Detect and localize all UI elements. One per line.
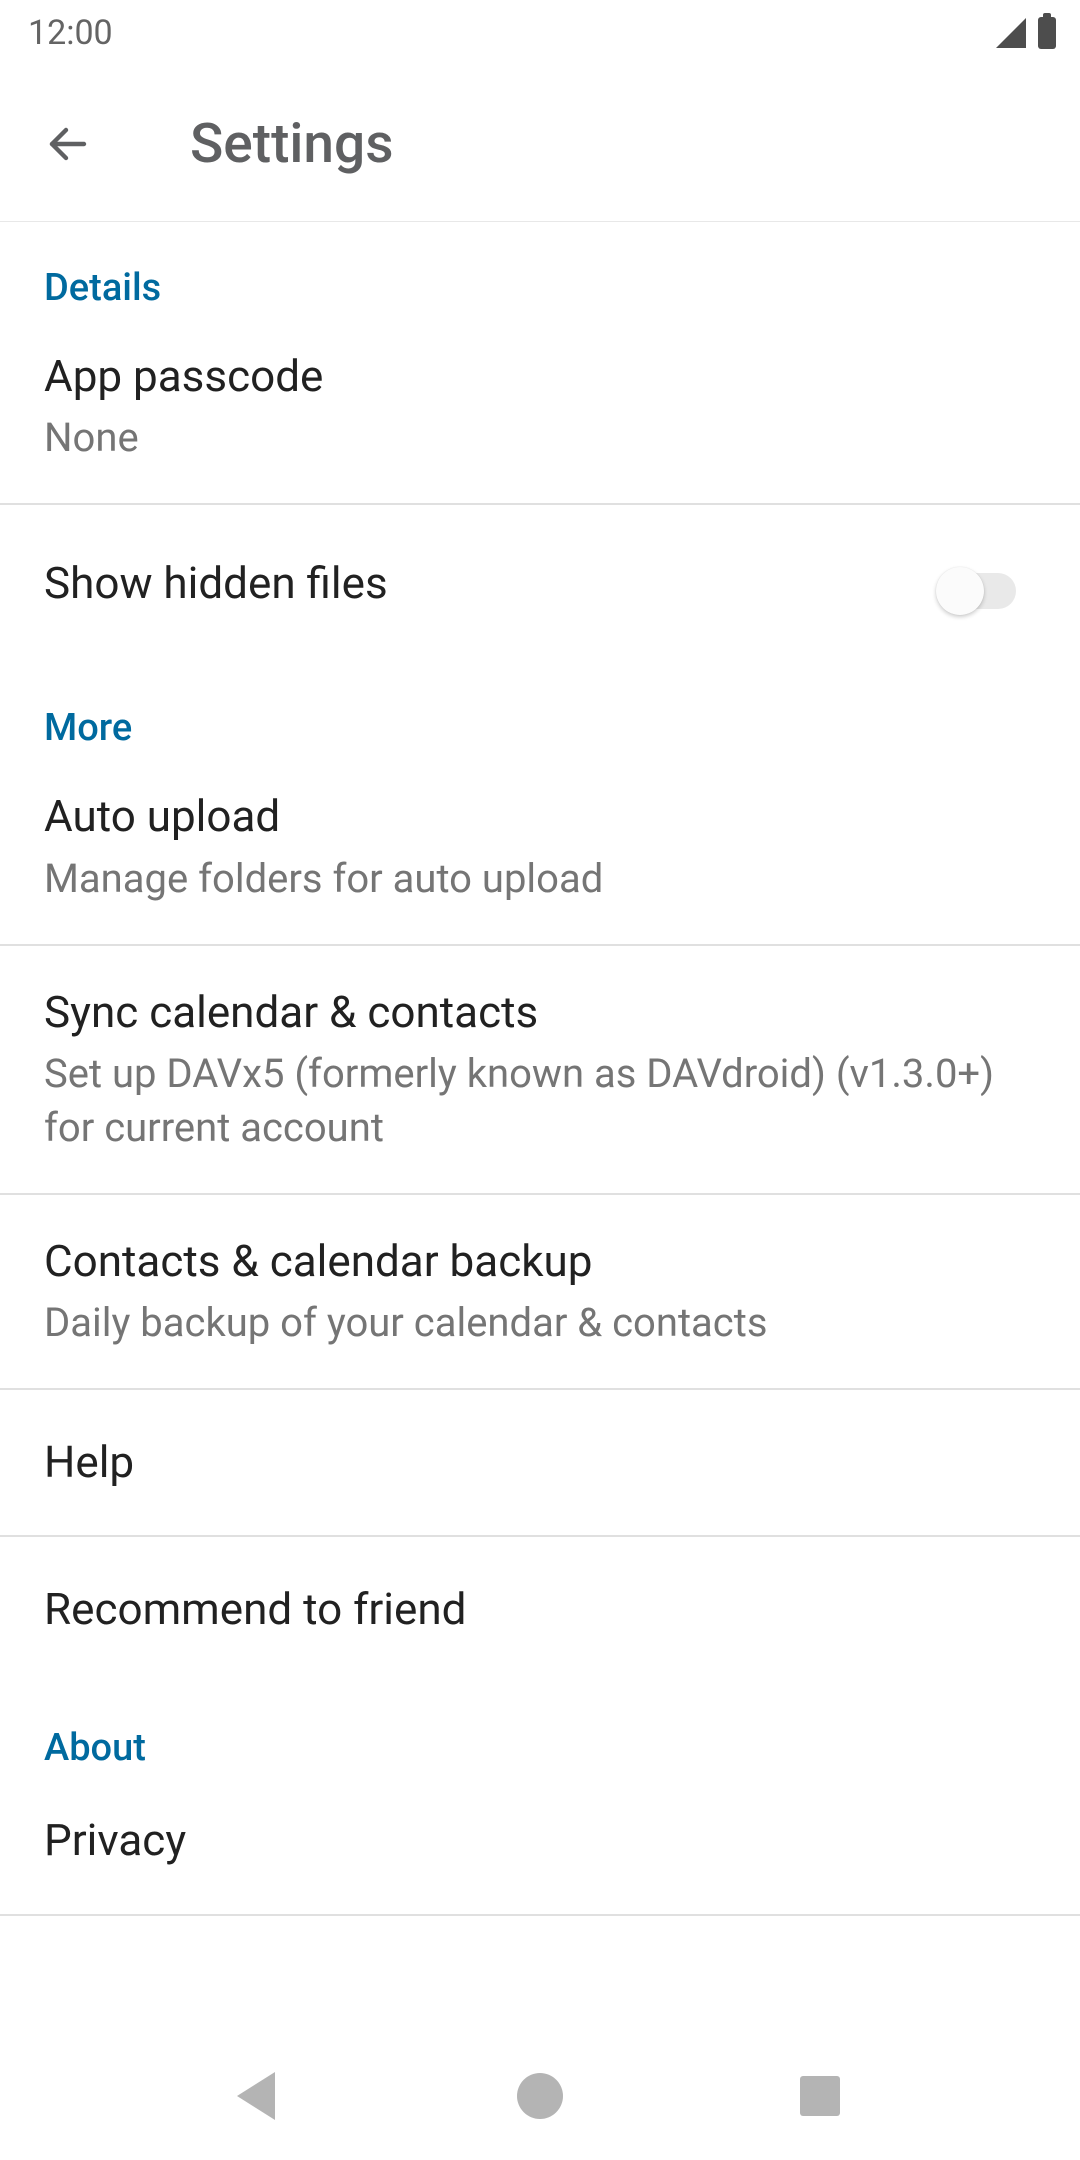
status-time: 12:00: [28, 13, 113, 53]
switch-thumb: [936, 567, 984, 615]
status-bar: 12:00: [0, 0, 1080, 66]
setting-app-passcode[interactable]: App passcode None: [0, 310, 1080, 503]
setting-title: Show hidden files: [44, 555, 912, 612]
setting-auto-upload[interactable]: Auto upload Manage folders for auto uplo…: [0, 750, 1080, 943]
setting-help[interactable]: Help: [0, 1390, 1080, 1535]
setting-title: App passcode: [44, 348, 1036, 405]
nav-home-button[interactable]: [512, 2068, 568, 2124]
arrow-back-icon: [44, 119, 92, 169]
nav-back-button[interactable]: [232, 2068, 288, 2124]
setting-summary: Set up DAVx5 (formerly known as DAVdroid…: [44, 1047, 1036, 1155]
divider: [0, 1914, 1080, 1916]
setting-privacy[interactable]: Privacy: [0, 1770, 1080, 1913]
section-header-details: Details: [0, 222, 1080, 310]
show-hidden-files-switch[interactable]: [936, 563, 1016, 605]
nav-recent-button[interactable]: [792, 2068, 848, 2124]
setting-sync-calendar-contacts[interactable]: Sync calendar & contacts Set up DAVx5 (f…: [0, 946, 1080, 1193]
app-bar: Settings: [0, 66, 1080, 222]
status-icons: [996, 17, 1056, 49]
settings-list: Details App passcode None Show hidden fi…: [0, 222, 1080, 1916]
back-button[interactable]: [44, 120, 92, 168]
setting-title: Contacts & calendar backup: [44, 1233, 1036, 1290]
setting-title: Auto upload: [44, 788, 1036, 845]
setting-recommend-to-friend[interactable]: Recommend to friend: [0, 1537, 1080, 1682]
cell-signal-icon: [996, 18, 1026, 48]
circle-home-icon: [517, 2073, 563, 2119]
setting-contacts-calendar-backup[interactable]: Contacts & calendar backup Daily backup …: [0, 1195, 1080, 1388]
triangle-back-icon: [237, 2072, 275, 2120]
setting-title: Sync calendar & contacts: [44, 984, 1036, 1041]
section-header-more: More: [0, 662, 1080, 750]
battery-icon: [1038, 17, 1056, 49]
setting-show-hidden-files[interactable]: Show hidden files: [0, 505, 1080, 662]
navigation-bar: [0, 2032, 1080, 2160]
setting-title: Recommend to friend: [44, 1581, 1036, 1638]
square-recent-icon: [800, 2076, 840, 2116]
setting-title: Privacy: [44, 1812, 1036, 1869]
page-title: Settings: [190, 112, 394, 176]
section-header-about: About: [0, 1682, 1080, 1770]
setting-summary: Manage folders for auto upload: [44, 852, 1036, 906]
setting-title: Help: [44, 1434, 1036, 1491]
setting-summary: Daily backup of your calendar & contacts: [44, 1296, 1036, 1350]
setting-summary: None: [44, 411, 1036, 465]
